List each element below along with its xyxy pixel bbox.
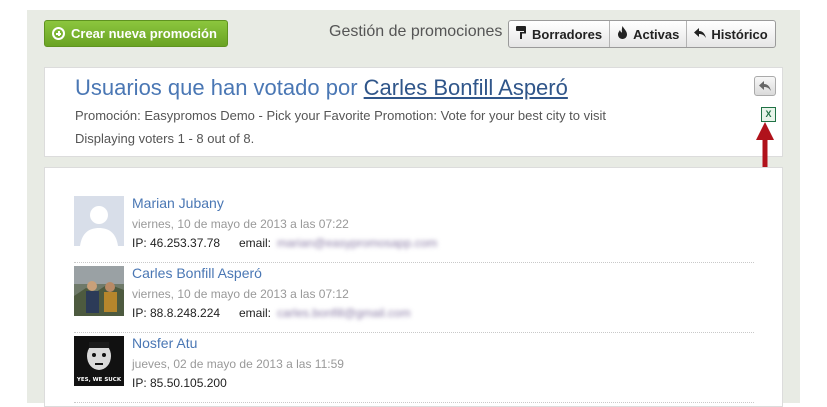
- avatar[interactable]: [74, 196, 124, 246]
- plus-circle-icon: [52, 27, 65, 40]
- back-button[interactable]: [754, 76, 776, 96]
- promotion-description: Promoción: Easypromos Demo - Pick your F…: [75, 108, 607, 123]
- tab-active-label: Activas: [633, 26, 680, 42]
- reply-arrow-icon: [694, 27, 707, 42]
- tab-drafts[interactable]: Borradores: [509, 21, 611, 47]
- avatar[interactable]: YES, WE SUCK: [74, 336, 124, 386]
- back-arrow-icon: [759, 81, 771, 91]
- tab-drafts-label: Borradores: [532, 26, 603, 42]
- vote-date: viernes, 10 de mayo de 2013 a las 07:12: [132, 287, 349, 301]
- avatar-caption: YES, WE SUCK: [76, 377, 122, 383]
- tab-history[interactable]: Histórico: [687, 21, 774, 47]
- vote-date: jueves, 02 de mayo de 2013 a las 11:59: [132, 357, 344, 371]
- flame-icon: [617, 26, 628, 42]
- list-item: Marian Jubany viernes, 10 de mayo de 201…: [74, 195, 754, 263]
- voter-name-link[interactable]: Carles Bonfill Asperó: [132, 265, 262, 281]
- vote-date: viernes, 10 de mayo de 2013 a las 07:22: [132, 217, 349, 231]
- voters-count-text: Displaying voters 1 - 8 out of 8.: [75, 131, 255, 146]
- voter-ip: IP: 85.50.105.200: [132, 376, 227, 390]
- page-title: Usuarios que han votado por Carles Bonfi…: [75, 75, 568, 101]
- promotions-management-label: Gestión de promociones: [329, 23, 503, 40]
- promotion-filter-tabs: Borradores Activas Histórico: [508, 20, 776, 48]
- new-promotion-label: Crear nueva promoción: [71, 26, 217, 41]
- voter-name-link[interactable]: Marian Jubany: [132, 195, 224, 211]
- page-title-prefix: Usuarios que han votado por: [75, 75, 364, 100]
- voters-header-panel: Usuarios que han votado por Carles Bonfi…: [44, 67, 783, 157]
- voter-name-link[interactable]: Nosfer Atu: [132, 335, 197, 351]
- email-label: email:: [239, 306, 272, 320]
- excel-export-icon[interactable]: X: [761, 107, 776, 122]
- avatar[interactable]: [74, 266, 124, 316]
- email-label: email:: [239, 236, 272, 250]
- voter-ip: IP: 46.253.37.78: [132, 236, 221, 250]
- tab-active[interactable]: Activas: [610, 21, 688, 47]
- voters-list: Marian Jubany viernes, 10 de mayo de 201…: [44, 167, 783, 407]
- paint-roller-icon: [516, 26, 527, 42]
- voter-ip: IP: 88.8.248.224: [132, 306, 221, 320]
- voted-user-link[interactable]: Carles Bonfill Asperó: [364, 75, 568, 100]
- list-item: Carles Bonfill Asperó viernes, 10 de may…: [74, 265, 754, 333]
- list-item: YES, WE SUCK Nosfer Atu jueves, 02 de ma…: [74, 335, 754, 403]
- voter-email: marian@easypromosapp.com: [277, 236, 438, 250]
- tab-history-label: Histórico: [711, 26, 768, 42]
- new-promotion-button[interactable]: Crear nueva promoción: [44, 20, 228, 47]
- voter-email: carles.bonfill@gmail.com: [277, 306, 411, 320]
